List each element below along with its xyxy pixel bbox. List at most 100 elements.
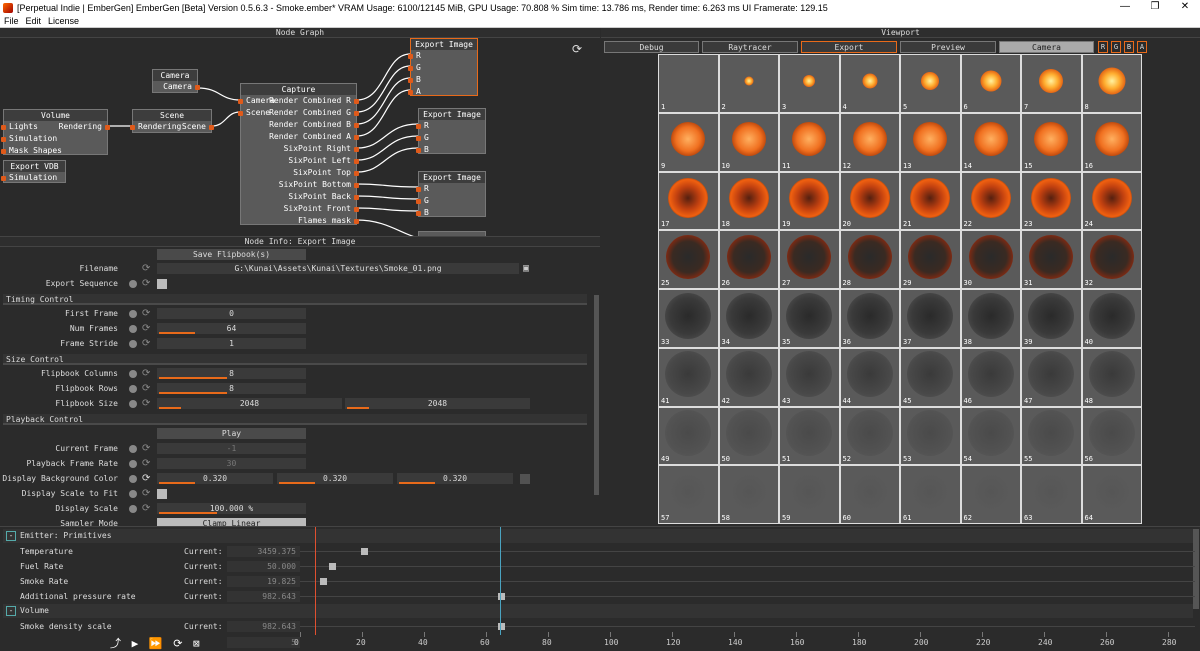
export-sequence-checkbox[interactable] [157, 279, 167, 289]
current-frame-field[interactable]: -1 [157, 443, 306, 454]
output-pin[interactable] [354, 123, 359, 128]
tab-debug[interactable]: Debug [604, 41, 699, 53]
keyframe-icon[interactable] [129, 460, 137, 468]
keyframe-icon[interactable] [129, 400, 137, 408]
timeline-group-volume[interactable]: - Volume [3, 604, 1193, 618]
playhead[interactable] [315, 527, 316, 635]
input-pin[interactable] [408, 66, 413, 71]
track-line[interactable] [300, 551, 1195, 552]
input-pin[interactable] [416, 136, 421, 141]
flipbook-rows-field[interactable]: 8 [157, 383, 306, 394]
output-pin[interactable] [354, 219, 359, 224]
channel-b-toggle[interactable]: B [1124, 41, 1134, 53]
export-image-node-1[interactable]: Export Image R G B A [408, 38, 478, 96]
end-marker[interactable] [500, 527, 501, 635]
input-pin[interactable] [408, 90, 413, 95]
tab-camera[interactable]: Camera [999, 41, 1094, 53]
keyframe[interactable] [320, 578, 327, 585]
input-pin[interactable] [416, 148, 421, 153]
timeline-ruler[interactable]: 0 20 40 60 80 100 120 140 160 180 200 220 240 260 280 [0, 632, 1200, 650]
export-image-node-3[interactable]: Export Image R G B [416, 171, 486, 217]
maximize-button[interactable]: ❐ [1140, 0, 1170, 15]
reset-icon[interactable]: ⟳ [142, 309, 150, 319]
output-pin[interactable] [354, 135, 359, 140]
keyframe-icon[interactable] [129, 490, 137, 498]
keyframe[interactable] [361, 548, 368, 555]
keyframe-icon[interactable] [129, 370, 137, 378]
reset-icon[interactable]: ⟳ [142, 279, 150, 289]
flipbook-columns-field[interactable]: 8 [157, 368, 306, 379]
input-pin[interactable] [416, 187, 421, 192]
reset-icon[interactable]: ⟳ [142, 339, 150, 349]
output-pin[interactable] [354, 195, 359, 200]
track-line[interactable] [300, 581, 1195, 582]
filename-field[interactable]: G:\Kunai\Assets\Kunai\Textures\Smoke_01.… [157, 263, 519, 274]
reset-icon[interactable]: ⟳ [142, 264, 150, 274]
timeline-group-emitter[interactable]: - Emitter: Primitives [3, 529, 1193, 543]
track-line[interactable] [300, 596, 1195, 597]
num-frames-field[interactable]: 64 [157, 323, 306, 334]
size-control-section[interactable]: Size Control [3, 354, 587, 365]
bg-color-r-field[interactable]: 0.320 [157, 473, 273, 484]
display-scale-field[interactable]: 100.000 % [157, 503, 306, 514]
menu-file[interactable]: File [4, 16, 19, 26]
input-pin[interactable] [238, 99, 243, 104]
channel-g-toggle[interactable]: G [1111, 41, 1121, 53]
input-pin[interactable] [408, 54, 413, 59]
bg-color-swatch[interactable] [520, 474, 530, 484]
input-pin[interactable] [1, 149, 6, 154]
volume-node[interactable]: Volume Lights Rendering Simulation Mask S… [1, 109, 110, 155]
keyframe-icon[interactable] [129, 475, 137, 483]
output-pin[interactable] [354, 207, 359, 212]
flipbook-size-height-field[interactable]: 2048 [345, 398, 530, 409]
collapse-toggle[interactable]: - [6, 606, 16, 616]
scale-to-fit-checkbox[interactable] [157, 489, 167, 499]
output-pin[interactable] [354, 159, 359, 164]
keyframe-icon[interactable] [129, 325, 137, 333]
bg-color-g-field[interactable]: 0.320 [277, 473, 393, 484]
timing-control-section[interactable]: Timing Control [3, 294, 587, 305]
keyframe-icon[interactable] [129, 340, 137, 348]
keyframe-icon[interactable] [129, 385, 137, 393]
input-pin[interactable] [1, 125, 6, 130]
sampler-mode-select[interactable]: Clamp Linear [157, 518, 306, 526]
output-pin[interactable] [195, 85, 200, 90]
frame-stride-field[interactable]: 1 [157, 338, 306, 349]
keyframe-icon[interactable] [129, 505, 137, 513]
input-pin[interactable] [1, 137, 6, 142]
keyframe-icon[interactable] [129, 445, 137, 453]
input-pin[interactable] [416, 124, 421, 129]
collapse-toggle[interactable]: - [6, 531, 16, 541]
playback-control-section[interactable]: Playback Control [3, 414, 587, 425]
reset-icon[interactable]: ⟳ [142, 504, 150, 514]
keyframe-icon[interactable] [129, 310, 137, 318]
export-vdb-node[interactable]: Export VDB Simulation [1, 160, 66, 183]
channel-r-toggle[interactable]: R [1098, 41, 1108, 53]
input-pin[interactable] [130, 125, 135, 130]
track-value[interactable]: 3459.375 [227, 546, 300, 557]
node-graph-panel[interactable]: Node Graph ⟳ Camera Camera Volume Lights… [0, 28, 600, 236]
bg-color-b-field[interactable]: 0.320 [397, 473, 513, 484]
output-pin[interactable] [354, 111, 359, 116]
export-image-node-2[interactable]: Export Image R G B [416, 108, 486, 154]
tab-preview[interactable]: Preview [900, 41, 996, 53]
output-pin[interactable] [354, 99, 359, 104]
reset-icon[interactable]: ⟳ [142, 474, 150, 484]
output-pin[interactable] [354, 183, 359, 188]
output-pin[interactable] [354, 147, 359, 152]
flipbook-size-width-field[interactable]: 2048 [157, 398, 342, 409]
output-pin[interactable] [209, 125, 214, 130]
reset-icon[interactable]: ⟳ [142, 399, 150, 409]
input-pin[interactable] [408, 78, 413, 83]
output-pin[interactable] [354, 171, 359, 176]
play-button[interactable]: Play [157, 428, 306, 439]
channel-a-toggle[interactable]: A [1137, 41, 1147, 53]
minimize-button[interactable]: — [1110, 0, 1140, 15]
close-button[interactable]: ✕ [1170, 0, 1200, 15]
keyframe-icon[interactable] [129, 280, 137, 288]
first-frame-field[interactable]: 0 [157, 308, 306, 319]
reset-icon[interactable]: ⟳ [142, 489, 150, 499]
track-value[interactable]: 19.825 [227, 576, 300, 587]
menu-license[interactable]: License [48, 16, 79, 26]
capture-node[interactable]: Capture Camera Render Combined R Scene Ren… [238, 83, 359, 225]
